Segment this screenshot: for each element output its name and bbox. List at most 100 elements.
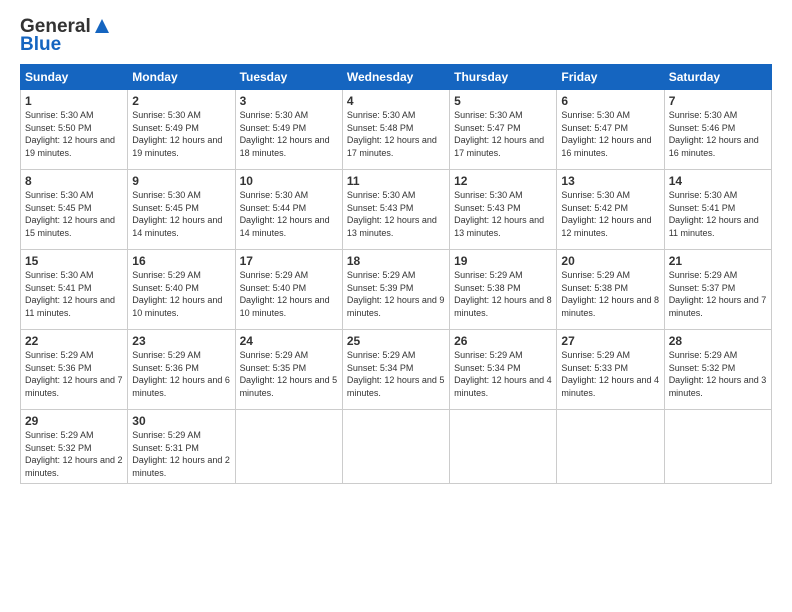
sunrise-label: Sunrise: 5:30 AM bbox=[132, 110, 201, 120]
calendar-week-row: 1 Sunrise: 5:30 AM Sunset: 5:50 PM Dayli… bbox=[21, 90, 772, 170]
sunrise-label: Sunrise: 5:30 AM bbox=[240, 190, 309, 200]
sunset-label: Sunset: 5:40 PM bbox=[132, 283, 199, 293]
day-info: Sunrise: 5:30 AM Sunset: 5:41 PM Dayligh… bbox=[25, 269, 123, 319]
sunset-label: Sunset: 5:38 PM bbox=[454, 283, 521, 293]
col-saturday: Saturday bbox=[664, 65, 771, 90]
calendar-week-row: 22 Sunrise: 5:29 AM Sunset: 5:36 PM Dayl… bbox=[21, 330, 772, 410]
daylight-label: Daylight: 12 hours and 8 minutes. bbox=[454, 295, 552, 318]
calendar-cell: 18 Sunrise: 5:29 AM Sunset: 5:39 PM Dayl… bbox=[342, 250, 449, 330]
calendar-cell bbox=[450, 410, 557, 484]
sunset-label: Sunset: 5:33 PM bbox=[561, 363, 628, 373]
sunset-label: Sunset: 5:49 PM bbox=[240, 123, 307, 133]
sunset-label: Sunset: 5:35 PM bbox=[240, 363, 307, 373]
day-info: Sunrise: 5:30 AM Sunset: 5:41 PM Dayligh… bbox=[669, 189, 767, 239]
daylight-label: Daylight: 12 hours and 13 minutes. bbox=[454, 215, 544, 238]
day-info: Sunrise: 5:29 AM Sunset: 5:37 PM Dayligh… bbox=[669, 269, 767, 319]
daylight-label: Daylight: 12 hours and 14 minutes. bbox=[240, 215, 330, 238]
daylight-label: Daylight: 12 hours and 7 minutes. bbox=[25, 375, 123, 398]
daylight-label: Daylight: 12 hours and 13 minutes. bbox=[347, 215, 437, 238]
day-number: 12 bbox=[454, 174, 552, 188]
logo-blue: Blue bbox=[20, 34, 61, 56]
daylight-label: Daylight: 12 hours and 15 minutes. bbox=[25, 215, 115, 238]
sunset-label: Sunset: 5:37 PM bbox=[669, 283, 736, 293]
day-info: Sunrise: 5:30 AM Sunset: 5:50 PM Dayligh… bbox=[25, 109, 123, 159]
header: General Blue bbox=[20, 16, 772, 56]
daylight-label: Daylight: 12 hours and 4 minutes. bbox=[561, 375, 659, 398]
daylight-label: Daylight: 12 hours and 14 minutes. bbox=[132, 215, 222, 238]
daylight-label: Daylight: 12 hours and 9 minutes. bbox=[347, 295, 445, 318]
calendar-cell: 4 Sunrise: 5:30 AM Sunset: 5:48 PM Dayli… bbox=[342, 90, 449, 170]
col-thursday: Thursday bbox=[450, 65, 557, 90]
sunrise-label: Sunrise: 5:30 AM bbox=[561, 110, 630, 120]
calendar-cell: 29 Sunrise: 5:29 AM Sunset: 5:32 PM Dayl… bbox=[21, 410, 128, 484]
col-friday: Friday bbox=[557, 65, 664, 90]
day-number: 24 bbox=[240, 334, 338, 348]
day-info: Sunrise: 5:30 AM Sunset: 5:47 PM Dayligh… bbox=[454, 109, 552, 159]
day-info: Sunrise: 5:30 AM Sunset: 5:45 PM Dayligh… bbox=[25, 189, 123, 239]
calendar-cell: 1 Sunrise: 5:30 AM Sunset: 5:50 PM Dayli… bbox=[21, 90, 128, 170]
sunrise-label: Sunrise: 5:30 AM bbox=[347, 190, 416, 200]
calendar-cell: 28 Sunrise: 5:29 AM Sunset: 5:32 PM Dayl… bbox=[664, 330, 771, 410]
daylight-label: Daylight: 12 hours and 2 minutes. bbox=[25, 455, 123, 478]
calendar-header-row: Sunday Monday Tuesday Wednesday Thursday… bbox=[21, 65, 772, 90]
day-number: 8 bbox=[25, 174, 123, 188]
calendar-cell bbox=[342, 410, 449, 484]
daylight-label: Daylight: 12 hours and 10 minutes. bbox=[240, 295, 330, 318]
col-monday: Monday bbox=[128, 65, 235, 90]
day-number: 30 bbox=[132, 414, 230, 428]
calendar-table: Sunday Monday Tuesday Wednesday Thursday… bbox=[20, 64, 772, 484]
sunset-label: Sunset: 5:45 PM bbox=[132, 203, 199, 213]
calendar-cell bbox=[235, 410, 342, 484]
daylight-label: Daylight: 12 hours and 18 minutes. bbox=[240, 135, 330, 158]
calendar-week-row: 29 Sunrise: 5:29 AM Sunset: 5:32 PM Dayl… bbox=[21, 410, 772, 484]
day-number: 4 bbox=[347, 94, 445, 108]
day-info: Sunrise: 5:30 AM Sunset: 5:47 PM Dayligh… bbox=[561, 109, 659, 159]
day-number: 28 bbox=[669, 334, 767, 348]
calendar-week-row: 15 Sunrise: 5:30 AM Sunset: 5:41 PM Dayl… bbox=[21, 250, 772, 330]
day-number: 15 bbox=[25, 254, 123, 268]
calendar-cell: 23 Sunrise: 5:29 AM Sunset: 5:36 PM Dayl… bbox=[128, 330, 235, 410]
day-info: Sunrise: 5:30 AM Sunset: 5:45 PM Dayligh… bbox=[132, 189, 230, 239]
day-info: Sunrise: 5:29 AM Sunset: 5:38 PM Dayligh… bbox=[561, 269, 659, 319]
day-number: 25 bbox=[347, 334, 445, 348]
sunset-label: Sunset: 5:43 PM bbox=[454, 203, 521, 213]
sunset-label: Sunset: 5:45 PM bbox=[25, 203, 92, 213]
calendar-cell: 24 Sunrise: 5:29 AM Sunset: 5:35 PM Dayl… bbox=[235, 330, 342, 410]
daylight-label: Daylight: 12 hours and 7 minutes. bbox=[669, 295, 767, 318]
sunrise-label: Sunrise: 5:29 AM bbox=[454, 270, 523, 280]
daylight-label: Daylight: 12 hours and 16 minutes. bbox=[561, 135, 651, 158]
sunset-label: Sunset: 5:46 PM bbox=[669, 123, 736, 133]
day-number: 26 bbox=[454, 334, 552, 348]
daylight-label: Daylight: 12 hours and 11 minutes. bbox=[25, 295, 115, 318]
sunrise-label: Sunrise: 5:29 AM bbox=[132, 270, 201, 280]
sunset-label: Sunset: 5:42 PM bbox=[561, 203, 628, 213]
day-info: Sunrise: 5:30 AM Sunset: 5:44 PM Dayligh… bbox=[240, 189, 338, 239]
sunset-label: Sunset: 5:36 PM bbox=[25, 363, 92, 373]
calendar-cell: 16 Sunrise: 5:29 AM Sunset: 5:40 PM Dayl… bbox=[128, 250, 235, 330]
day-number: 13 bbox=[561, 174, 659, 188]
sunrise-label: Sunrise: 5:29 AM bbox=[240, 270, 309, 280]
calendar-cell: 10 Sunrise: 5:30 AM Sunset: 5:44 PM Dayl… bbox=[235, 170, 342, 250]
day-number: 6 bbox=[561, 94, 659, 108]
calendar-cell: 21 Sunrise: 5:29 AM Sunset: 5:37 PM Dayl… bbox=[664, 250, 771, 330]
sunrise-label: Sunrise: 5:29 AM bbox=[132, 350, 201, 360]
sunrise-label: Sunrise: 5:30 AM bbox=[240, 110, 309, 120]
sunrise-label: Sunrise: 5:30 AM bbox=[347, 110, 416, 120]
day-number: 18 bbox=[347, 254, 445, 268]
sunrise-label: Sunrise: 5:29 AM bbox=[669, 270, 738, 280]
day-info: Sunrise: 5:30 AM Sunset: 5:48 PM Dayligh… bbox=[347, 109, 445, 159]
daylight-label: Daylight: 12 hours and 19 minutes. bbox=[25, 135, 115, 158]
sunset-label: Sunset: 5:32 PM bbox=[25, 443, 92, 453]
day-number: 22 bbox=[25, 334, 123, 348]
day-info: Sunrise: 5:30 AM Sunset: 5:46 PM Dayligh… bbox=[669, 109, 767, 159]
day-info: Sunrise: 5:29 AM Sunset: 5:33 PM Dayligh… bbox=[561, 349, 659, 399]
calendar-cell: 6 Sunrise: 5:30 AM Sunset: 5:47 PM Dayli… bbox=[557, 90, 664, 170]
day-number: 2 bbox=[132, 94, 230, 108]
day-number: 23 bbox=[132, 334, 230, 348]
sunset-label: Sunset: 5:34 PM bbox=[347, 363, 414, 373]
sunrise-label: Sunrise: 5:29 AM bbox=[561, 350, 630, 360]
day-number: 10 bbox=[240, 174, 338, 188]
calendar-cell: 9 Sunrise: 5:30 AM Sunset: 5:45 PM Dayli… bbox=[128, 170, 235, 250]
daylight-label: Daylight: 12 hours and 16 minutes. bbox=[669, 135, 759, 158]
day-info: Sunrise: 5:30 AM Sunset: 5:49 PM Dayligh… bbox=[132, 109, 230, 159]
